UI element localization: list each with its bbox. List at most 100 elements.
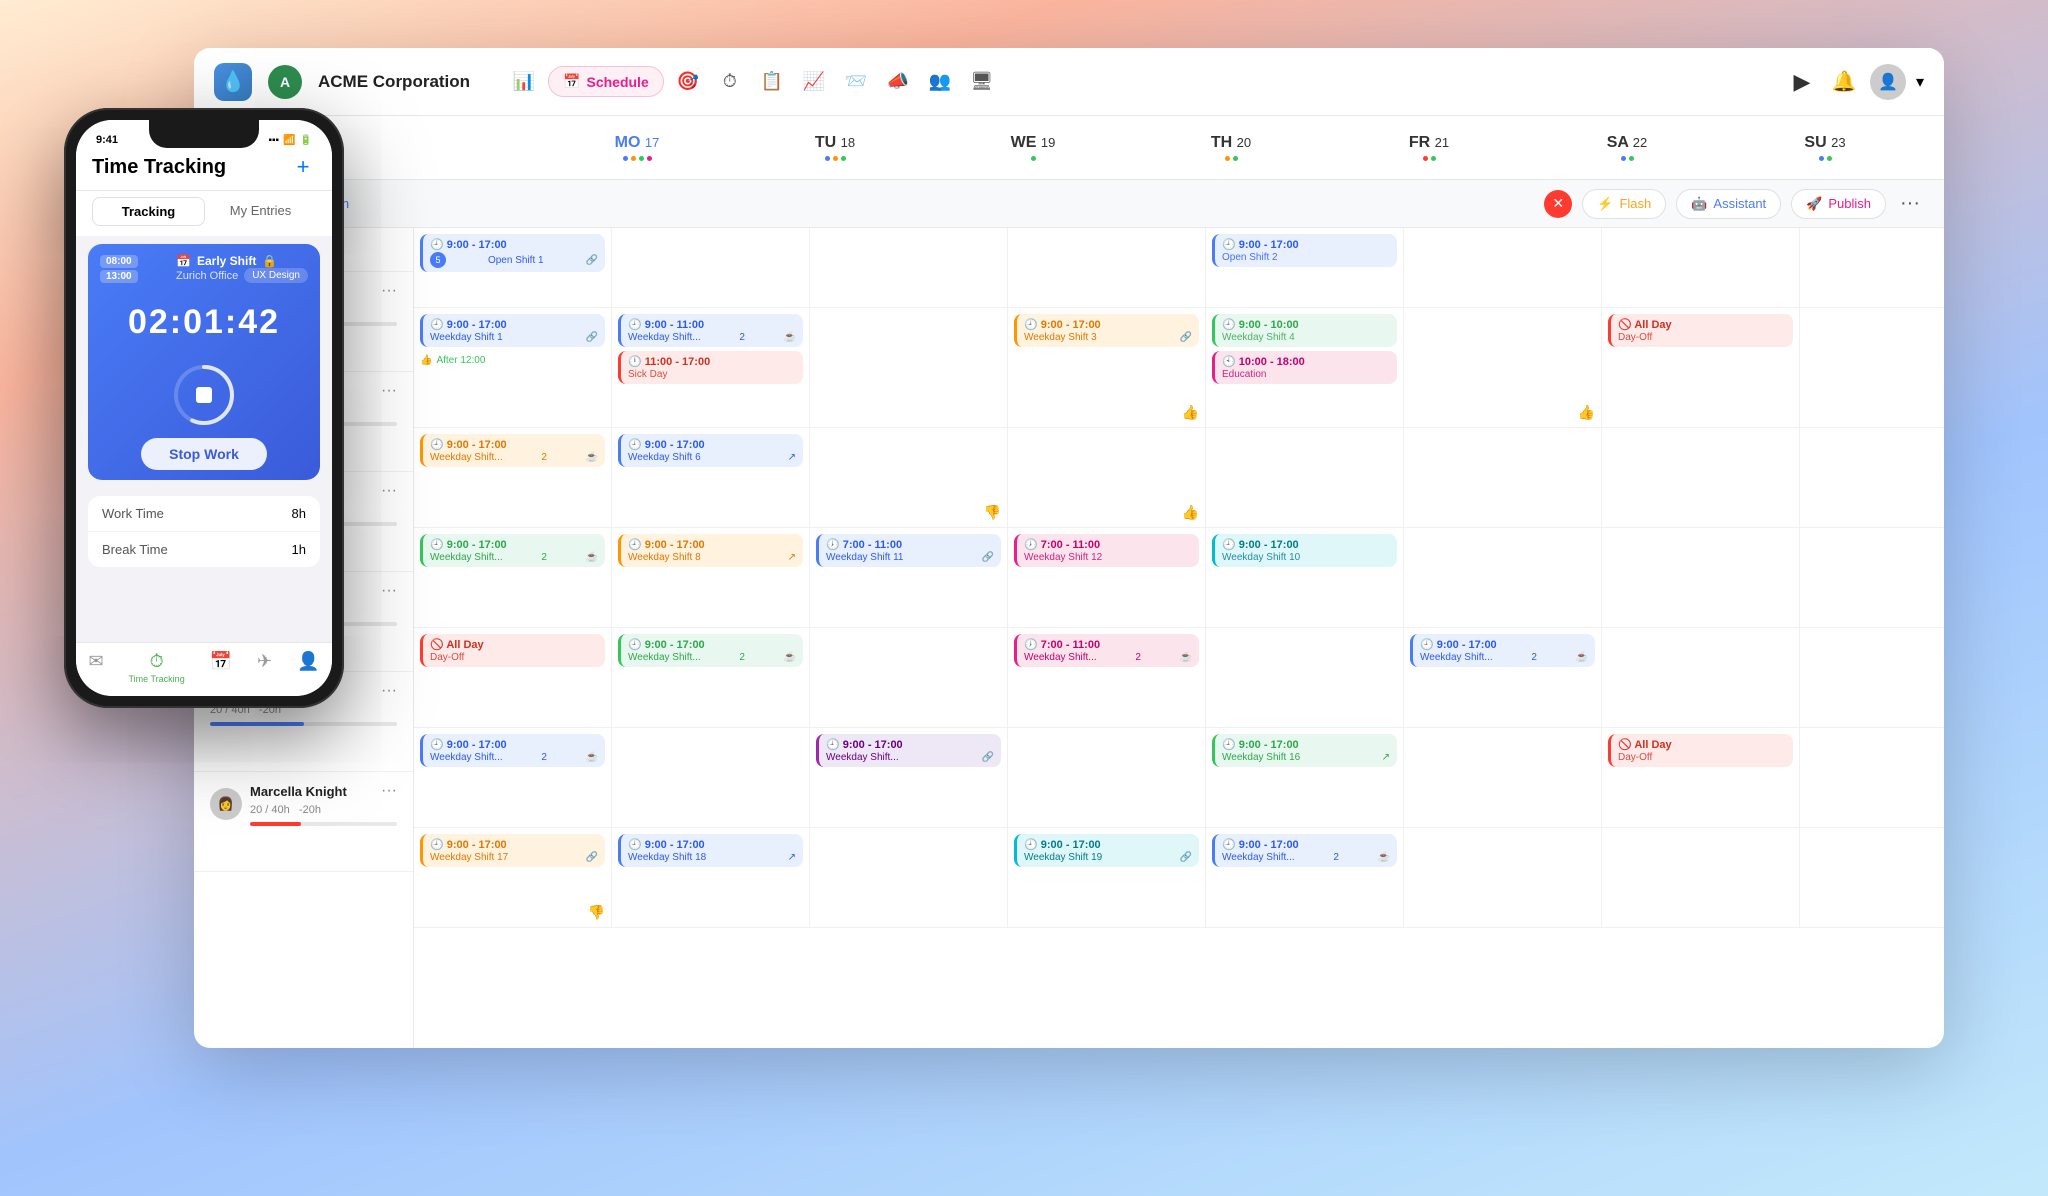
open-shift-th-cell[interactable] [1008,228,1206,307]
mildred-fr-cell[interactable]: 🕘 9:00 - 17:00 Weekday Shift 10 [1206,528,1404,627]
marcella-mo-shift[interactable]: 🕘 9:00 - 17:00 Weekday Shift 17 🔗 [420,834,605,867]
mildred-fr-shift[interactable]: 🕘 9:00 - 17:00 Weekday Shift 10 [1212,534,1397,567]
open-shift-1-card[interactable]: 🕘 9:00 - 17:00 5 Open Shift 1 🔗 [420,234,605,272]
frances-sa-shift[interactable]: 🕘 9:00 - 17:00 Weekday Shift... 2 ☕ [1410,634,1595,667]
everett-th-cell[interactable]: 🕘 9:00 - 17:00 Weekday Shift 3 🔗 👍 [1008,308,1206,427]
phone-nav-calendar[interactable]: 📅 [210,651,232,684]
frances-su-cell[interactable] [1602,628,1800,727]
play-button[interactable]: ▶ [1786,66,1818,98]
open-shift-2-card[interactable]: 🕘 9:00 - 17:00 Open Shift 2 [1212,234,1397,267]
timer-nav-btn[interactable]: ⏱ [712,64,748,100]
open-shift-sa-cell[interactable] [1404,228,1602,307]
notification-bell[interactable]: 🔔 [1828,66,1860,98]
avatar-dropdown-arrow[interactable]: ▾ [1916,72,1924,92]
everett-tu-cell[interactable]: 🕘 9:00 - 11:00 Weekday Shift... 2 ☕ 🕛 11… [612,308,810,427]
patrick-we-shift[interactable]: 🕘 9:00 - 17:00 Weekday Shift... 🔗 [816,734,1001,767]
analytics-nav-btn[interactable]: 📊 [506,64,542,100]
close-button[interactable]: ✕ [1544,190,1572,218]
everett-fr-cell[interactable]: 🕘 9:00 - 10:00 Weekday Shift 4 🕙 10:00 -… [1206,308,1404,427]
lucille-mo-shift[interactable]: 🕘 9:00 - 17:00 Weekday Shift... 2 ☕ [420,434,605,467]
marcella-tu-cell[interactable]: 🕘 9:00 - 17:00 Weekday Shift 18 ↗ [612,828,810,927]
employee-menu-patrick[interactable]: ··· [381,682,397,700]
lucille-tu-shift[interactable]: 🕘 9:00 - 17:00 Weekday Shift 6 ↗ [618,434,803,467]
everett-we-cell[interactable] [810,308,1008,427]
patrick-tu-cell[interactable] [612,728,810,827]
everett-sa-cell[interactable]: 👍 [1404,308,1602,427]
patrick-su-cell[interactable]: 🚫 All Day Day-Off [1602,728,1800,827]
schedule-nav-btn[interactable]: 📅 Schedule [548,66,664,97]
marcella-fr-cell[interactable]: 🕘 9:00 - 17:00 Weekday Shift... 2 ☕ [1206,828,1404,927]
frances-tu-shift[interactable]: 🕘 9:00 - 17:00 Weekday Shift... 2 ☕ [618,634,803,667]
mildred-tu-shift[interactable]: 🕘 9:00 - 17:00 Weekday Shift 8 ↗ [618,534,803,567]
employee-menu-mildred[interactable]: ··· [381,482,397,500]
employee-menu-everett[interactable]: ··· [381,282,397,300]
mildred-mo-cell[interactable]: 🕘 9:00 - 17:00 Weekday Shift... 2 ☕ [414,528,612,627]
mildred-th-cell[interactable]: 🕖 7:00 - 11:00 Weekday Shift 12 [1008,528,1206,627]
lucille-tu-cell[interactable]: 🕘 9:00 - 17:00 Weekday Shift 6 ↗ [612,428,810,527]
frances-sa-cell[interactable]: 🕘 9:00 - 17:00 Weekday Shift... 2 ☕ [1404,628,1602,727]
flash-button[interactable]: ⚡ Flash [1582,189,1666,219]
employee-menu-lucille[interactable]: ··· [381,382,397,400]
everett-tu-shift[interactable]: 🕘 9:00 - 11:00 Weekday Shift... 2 ☕ [618,314,803,347]
chart-nav-btn[interactable]: 📈 [796,64,832,100]
phone-nav-mail[interactable]: ✉ [88,651,103,684]
more-options-button[interactable]: ··· [1896,190,1924,218]
marcella-th-shift[interactable]: 🕘 9:00 - 17:00 Weekday Shift 19 🔗 [1014,834,1199,867]
mildred-th-shift[interactable]: 🕖 7:00 - 11:00 Weekday Shift 12 [1014,534,1199,567]
open-shift-we-cell[interactable] [810,228,1008,307]
phone-tab-tracking[interactable]: Tracking [92,197,205,226]
marcella-sa-cell[interactable] [1404,828,1602,927]
marcella-fr-shift[interactable]: 🕘 9:00 - 17:00 Weekday Shift... 2 ☕ [1212,834,1397,867]
patrick-su-dayoff[interactable]: 🚫 All Day Day-Off [1608,734,1793,767]
employee-menu-marcella[interactable]: ··· [381,782,397,800]
everett-mo-cell[interactable]: 🕘 9:00 - 17:00 Weekday Shift 1 🔗 👍 After… [414,308,612,427]
everett-fr-shift[interactable]: 🕘 9:00 - 10:00 Weekday Shift 4 [1212,314,1397,347]
patrick-mo-cell[interactable]: 🕘 9:00 - 17:00 Weekday Shift... 2 ☕ [414,728,612,827]
open-shift-mo-cell[interactable]: 🕘 9:00 - 17:00 5 Open Shift 1 🔗 [414,228,612,307]
mildred-we-shift[interactable]: 🕖 7:00 - 11:00 Weekday Shift 11 🔗 [816,534,1001,567]
patrick-sa-cell[interactable] [1404,728,1602,827]
mildred-mo-shift[interactable]: 🕘 9:00 - 17:00 Weekday Shift... 2 ☕ [420,534,605,567]
marcella-mo-cell[interactable]: 🕘 9:00 - 17:00 Weekday Shift 17 🔗 👎 [414,828,612,927]
user-avatar[interactable]: 👤 [1870,64,1906,100]
open-shift-fr-cell[interactable]: 🕘 9:00 - 17:00 Open Shift 2 [1206,228,1404,307]
frances-we-cell[interactable] [810,628,1008,727]
patrick-mo-shift[interactable]: 🕘 9:00 - 17:00 Weekday Shift... 2 ☕ [420,734,605,767]
marcella-tu-shift[interactable]: 🕘 9:00 - 17:00 Weekday Shift 18 ↗ [618,834,803,867]
everett-mo-shift[interactable]: 🕘 9:00 - 17:00 Weekday Shift 1 🔗 [420,314,605,347]
phone-nav-send[interactable]: ✈ [257,651,272,684]
open-shift-tu-cell[interactable] [612,228,810,307]
target-nav-btn[interactable]: 🎯 [670,64,706,100]
frances-fr-cell[interactable] [1206,628,1404,727]
mildred-su-cell[interactable] [1602,528,1800,627]
lucille-su-cell[interactable] [1602,428,1800,527]
marcella-we-cell[interactable] [810,828,1008,927]
patrick-we-cell[interactable]: 🕘 9:00 - 17:00 Weekday Shift... 🔗 [810,728,1008,827]
announce-nav-btn[interactable]: 📣 [880,64,916,100]
mildred-sa-cell[interactable] [1404,528,1602,627]
lucille-th-cell[interactable]: 👍 [1008,428,1206,527]
everett-su-cell[interactable]: 🚫 All Day Day-Off [1602,308,1800,427]
people-nav-btn[interactable]: 👥 [922,64,958,100]
lucille-we-cell[interactable]: 👎 [810,428,1008,527]
lucille-fr-cell[interactable] [1206,428,1404,527]
assistant-button[interactable]: 🤖 Assistant [1676,189,1781,219]
phone-tab-my-entries[interactable]: My Entries [205,197,316,226]
open-shift-su-cell[interactable] [1602,228,1800,307]
frances-mo-cell[interactable]: 🚫 All Day Day-Off [414,628,612,727]
mildred-tu-cell[interactable]: 🕘 9:00 - 17:00 Weekday Shift 8 ↗ [612,528,810,627]
everett-tu-sick[interactable]: 🕛 11:00 - 17:00 Sick Day [618,351,803,384]
marcella-th-cell[interactable]: 🕘 9:00 - 17:00 Weekday Shift 19 🔗 [1008,828,1206,927]
phone-nav-time-tracking[interactable]: ⏱ Time Tracking [129,651,185,684]
app-logo[interactable]: 💧 [214,63,252,101]
marcella-su-cell[interactable] [1602,828,1800,927]
frances-mo-dayoff[interactable]: 🚫 All Day Day-Off [420,634,605,667]
patrick-fr-shift[interactable]: 🕘 9:00 - 17:00 Weekday Shift 16 ↗ [1212,734,1397,767]
publish-button[interactable]: 🚀 Publish [1791,189,1886,219]
monitor-nav-btn[interactable]: 🖥 [964,64,1000,100]
phone-nav-profile[interactable]: 👤 [297,651,319,684]
clipboard-nav-btn[interactable]: 📋 [754,64,790,100]
send-nav-btn[interactable]: 📨 [838,64,874,100]
everett-su-dayoff[interactable]: 🚫 All Day Day-Off [1608,314,1793,347]
lucille-mo-cell[interactable]: 🕘 9:00 - 17:00 Weekday Shift... 2 ☕ [414,428,612,527]
